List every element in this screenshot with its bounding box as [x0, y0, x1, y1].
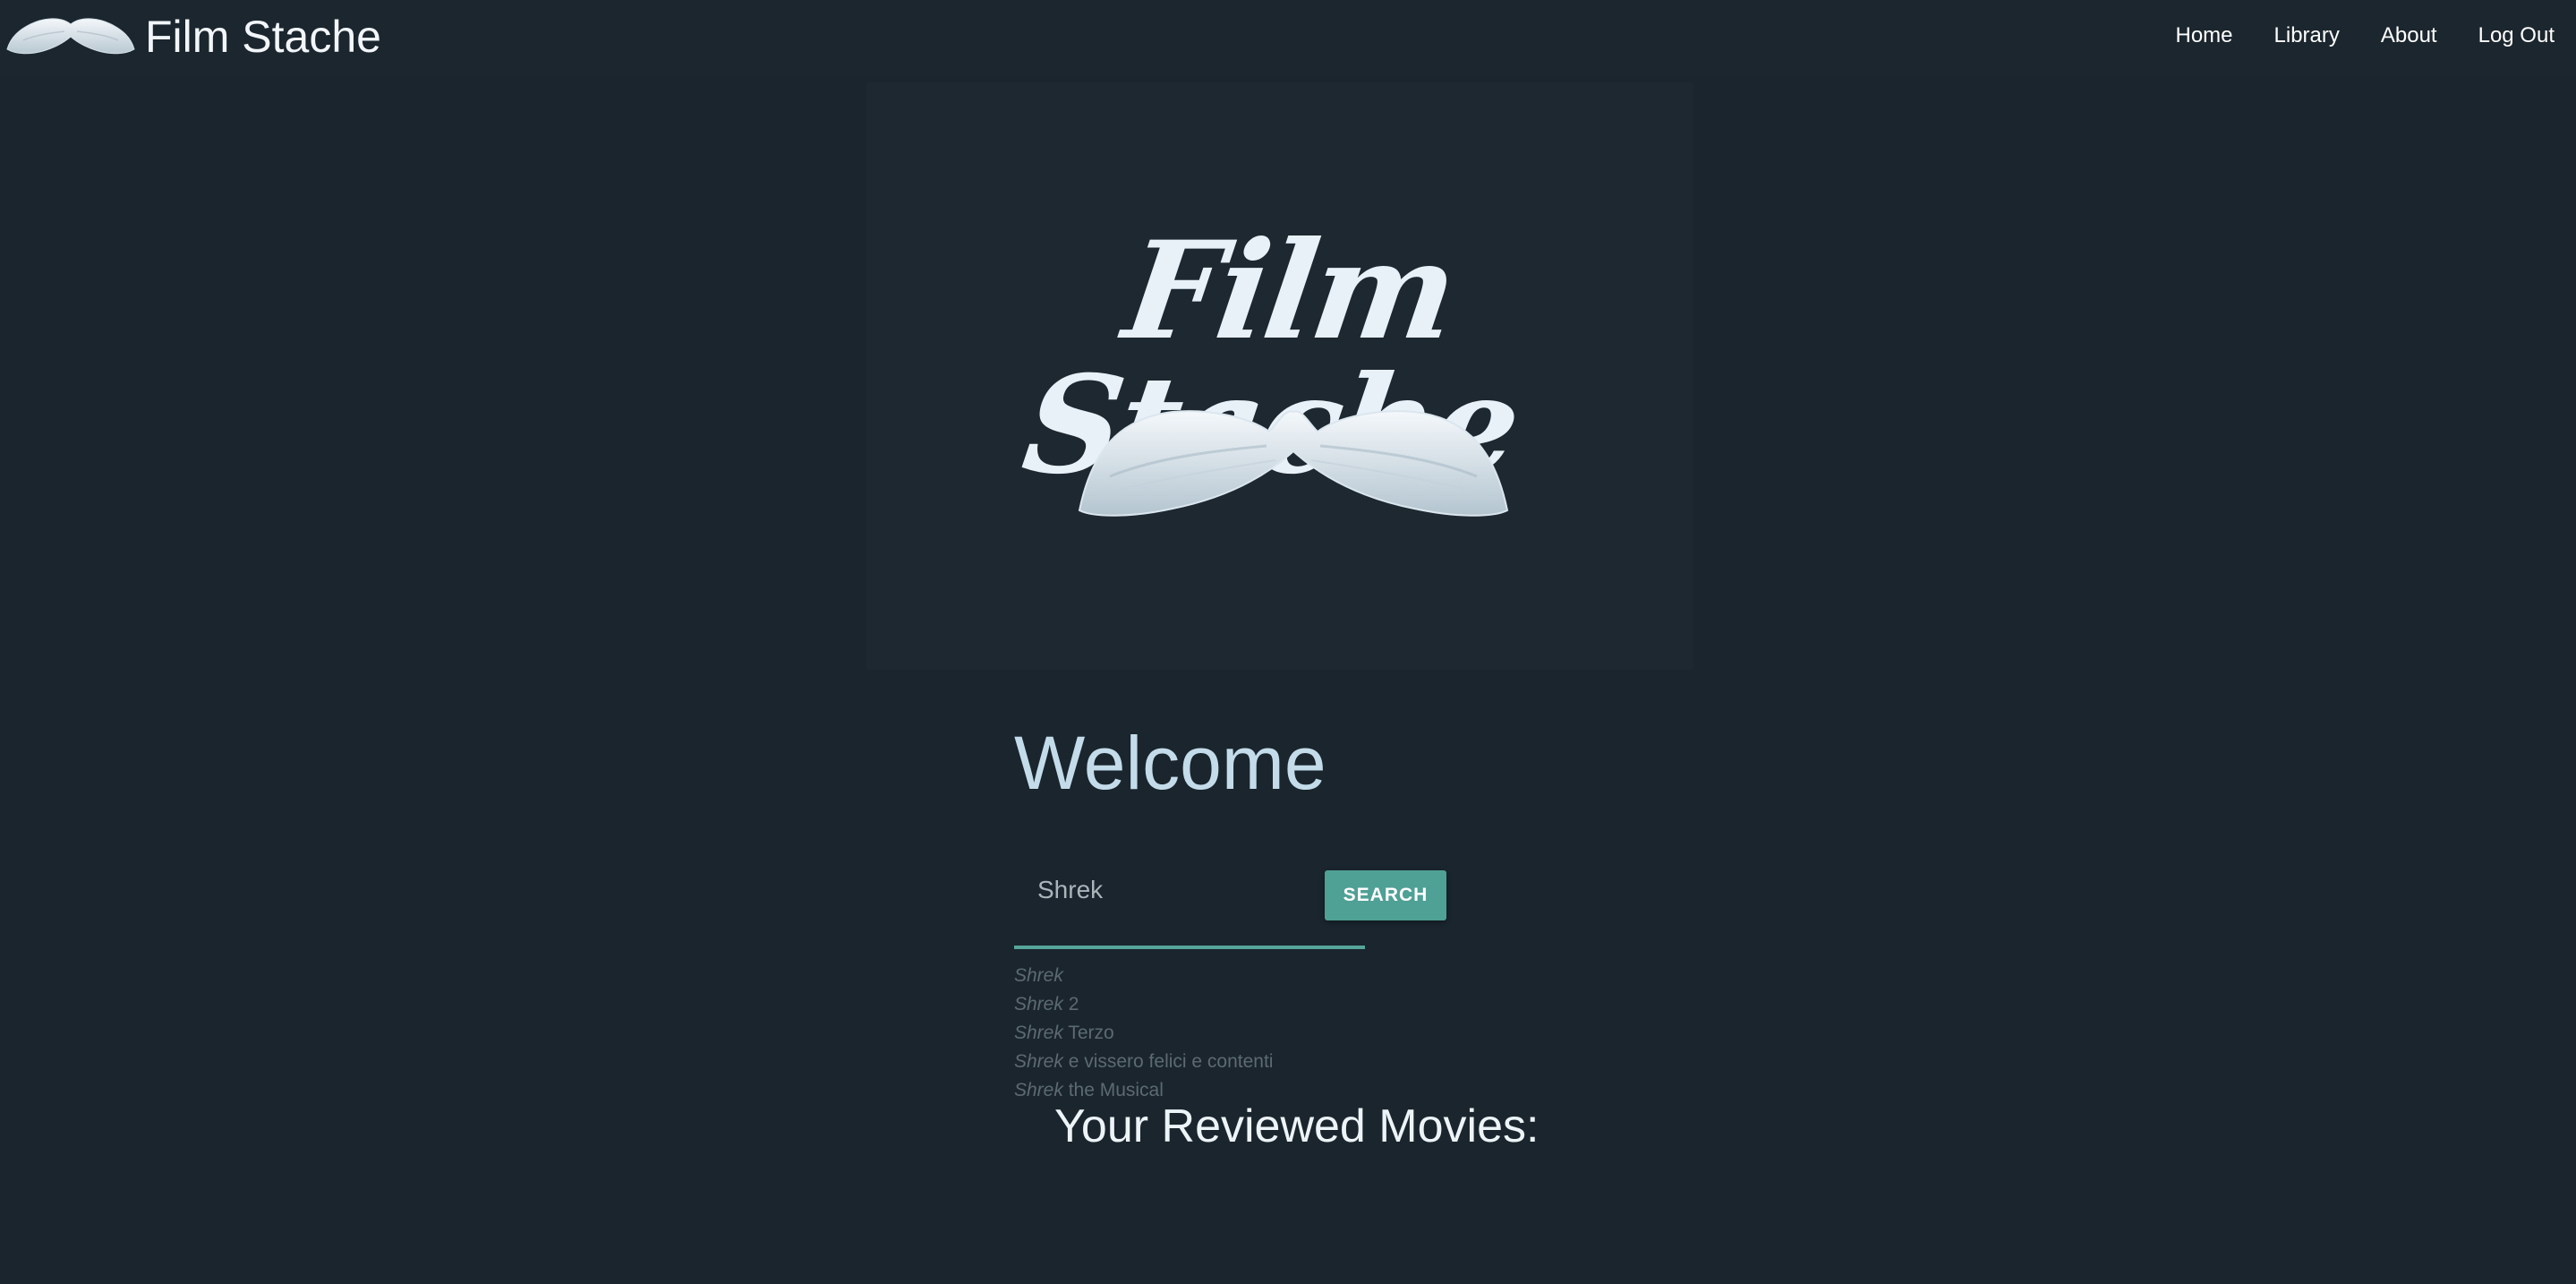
suggestion-rest: the Musical — [1062, 1080, 1164, 1100]
nav-home[interactable]: Home — [2154, 23, 2253, 48]
nav-logout[interactable]: Log Out — [2458, 23, 2555, 48]
navbar: Film Stache Home Library About Log Out — [0, 0, 2576, 75]
brand-link[interactable]: Film Stache — [5, 7, 381, 66]
nav-library[interactable]: Library — [2254, 23, 2360, 48]
reviewed-movies-heading: Your Reviewed Movies: — [1054, 1100, 1540, 1152]
movie-search-input[interactable] — [1014, 861, 1365, 949]
brand-name: Film Stache — [145, 12, 381, 62]
nav-links: Home Library About Log Out — [2154, 23, 2555, 48]
mustache-icon — [1078, 410, 1509, 517]
mustache-icon — [6, 18, 135, 55]
suggestion-match: Shrek — [1014, 994, 1063, 1014]
suggestion-rest: Terzo — [1062, 1023, 1114, 1043]
suggestion-item[interactable]: Shrek — [1014, 962, 1273, 990]
suggestion-item[interactable]: Shrek Terzo — [1014, 1019, 1273, 1048]
welcome-heading: Welcome — [1014, 721, 1326, 805]
suggestion-item[interactable]: Shrek 2 — [1014, 990, 1273, 1019]
suggestion-match: Shrek — [1014, 1051, 1063, 1072]
suggestion-match: Shrek — [1014, 1080, 1063, 1100]
nav-about[interactable]: About — [2360, 23, 2458, 48]
suggestion-rest: e vissero felici e contenti — [1062, 1051, 1274, 1072]
suggestion-rest: 2 — [1062, 994, 1079, 1014]
suggestion-match: Shrek — [1014, 1023, 1063, 1043]
suggestion-match: Shrek — [1014, 965, 1063, 986]
suggestion-item[interactable]: Shrek e vissero felici e contenti — [1014, 1048, 1273, 1076]
search-suggestions: Shrek Shrek 2 Shrek Terzo Shrek e visser… — [1014, 962, 1273, 1105]
hero-banner: Film Stache — [866, 82, 1693, 670]
search-button[interactable]: SEARCH — [1325, 870, 1446, 920]
